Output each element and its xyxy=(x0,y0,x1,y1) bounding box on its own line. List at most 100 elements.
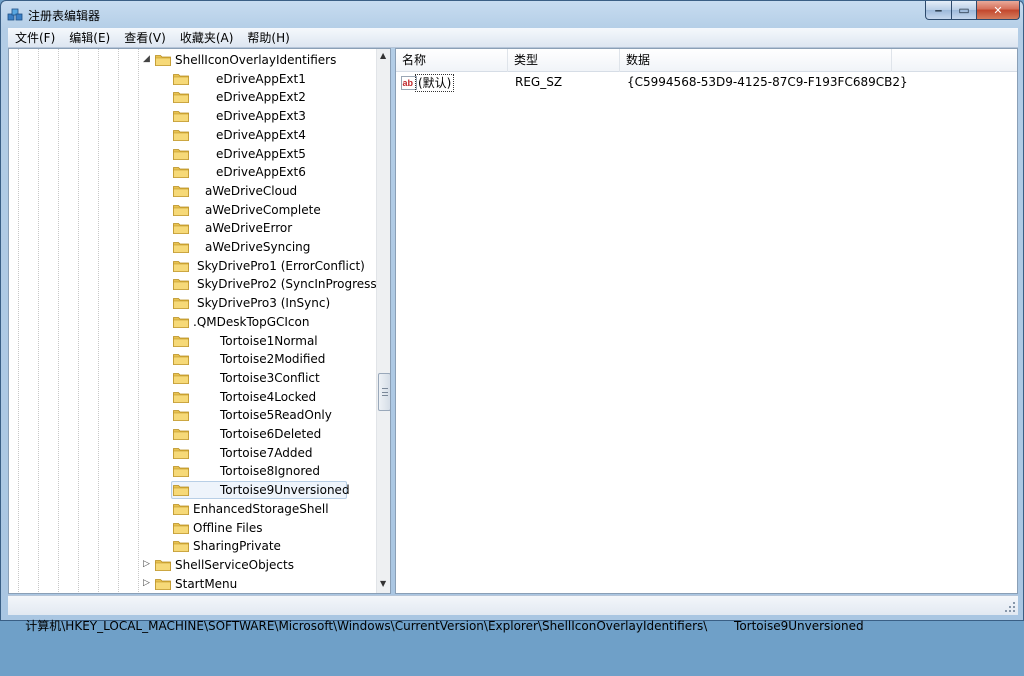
folder-icon xyxy=(173,277,189,291)
folder-icon xyxy=(173,371,189,384)
tree-item[interactable]: ▷ ShellServiceObjects xyxy=(9,556,379,574)
tree-item[interactable]: eDriveAppExt3 xyxy=(9,107,379,125)
tree-item-label: Tortoise2Modified xyxy=(220,352,326,367)
scroll-down-arrow-icon[interactable]: ▼ xyxy=(380,579,386,588)
folder-icon xyxy=(173,408,189,422)
window-title: 注册表编辑器 xyxy=(28,9,101,23)
column-header-name[interactable]: 名称 xyxy=(396,49,508,72)
menu-help[interactable]: 帮助(H) xyxy=(240,28,296,48)
tree-item[interactable]: ◢ ShellIconOverlayIdentifiers xyxy=(9,51,379,69)
tree-item-label: ShellServiceObjects xyxy=(175,557,294,572)
maximize-button[interactable]: ▭ xyxy=(951,1,977,20)
expand-arrow-icon[interactable]: ▷ xyxy=(143,559,152,569)
tree-item[interactable]: SkyDrivePro2 (SyncInProgress) xyxy=(9,275,382,293)
expand-arrow-icon[interactable]: ▷ xyxy=(143,578,152,588)
column-header-type[interactable]: 类型 xyxy=(508,49,620,72)
tree-item[interactable]: Tortoise7Added xyxy=(9,444,379,462)
tree-item[interactable]: eDriveAppExt6 xyxy=(9,163,379,181)
close-button[interactable]: ✕ xyxy=(976,1,1020,20)
collapse-arrow-icon[interactable]: ◢ xyxy=(143,55,152,64)
folder-icon xyxy=(173,334,189,347)
menu-bar: 文件(F) 编辑(E) 查看(V) 收藏夹(A) 帮助(H) xyxy=(8,28,1018,48)
folder-icon xyxy=(173,165,189,179)
folder-icon xyxy=(173,109,189,122)
minimize-button[interactable]: ‒ xyxy=(925,1,952,20)
registry-values-list[interactable]: 名称 类型 数据 ab (默认) REG_SZ {C5994568-53D9-4… xyxy=(395,48,1018,594)
value-row[interactable]: ab (默认) REG_SZ {C5994568-53D9-4125-87C9-… xyxy=(396,73,1017,93)
tree-item[interactable]: Tortoise8Ignored xyxy=(9,462,379,480)
tree-item[interactable]: ▷ StartMenu xyxy=(9,575,379,593)
folder-icon xyxy=(155,558,171,571)
tree-item[interactable]: eDriveAppExt4 xyxy=(9,126,379,144)
folder-icon xyxy=(173,390,189,403)
tree-item[interactable]: SharingPrivate xyxy=(9,537,379,555)
tree-item[interactable]: eDriveAppExt2 xyxy=(9,88,379,106)
title-bar[interactable]: 注册表编辑器 ‒ ▭ ✕ xyxy=(1,1,1023,28)
string-value-icon-text: ab xyxy=(403,78,414,88)
tree-item[interactable]: Tortoise6Deleted xyxy=(9,425,379,443)
tree-item[interactable]: aWeDriveCloud xyxy=(9,182,379,200)
tree-item-label: SkyDrivePro3 (InSync) xyxy=(197,296,331,311)
tree-item-label: EnhancedStorageShell xyxy=(193,501,329,516)
tree-item[interactable]: SkyDrivePro1 (ErrorConflict) xyxy=(9,257,379,275)
tree-item[interactable]: SkyDrivePro3 (InSync) xyxy=(9,294,379,312)
folder-icon xyxy=(173,446,189,459)
tree-item[interactable]: Tortoise4Locked xyxy=(9,388,379,406)
folder-icon xyxy=(173,539,189,553)
resize-grip-icon[interactable] xyxy=(1004,601,1016,613)
tree-item[interactable]: Tortoise9Unversioned xyxy=(9,481,379,500)
folder-icon xyxy=(173,259,189,272)
menu-favorites[interactable]: 收藏夹(A) xyxy=(173,28,241,48)
tree-item-label: Tortoise5ReadOnly xyxy=(220,408,332,423)
tree-item-label: aWeDriveCloud xyxy=(205,183,298,198)
folder-icon xyxy=(173,128,189,141)
tree-item[interactable]: Tortoise3Conflict xyxy=(9,369,379,387)
tree-item[interactable]: Tortoise1Normal xyxy=(9,332,379,350)
folder-icon xyxy=(155,577,171,590)
tree-item[interactable]: Offline Files xyxy=(9,519,379,537)
folder-icon xyxy=(173,147,189,160)
tree-vertical-scrollbar[interactable]: ▲ ▼ xyxy=(376,49,390,593)
column-headers: 名称 类型 数据 xyxy=(396,49,1017,72)
tree-item-label: Tortoise1Normal xyxy=(220,333,318,348)
menu-view[interactable]: 查看(V) xyxy=(117,28,173,48)
folder-icon xyxy=(173,483,189,496)
folder-icon xyxy=(173,464,189,478)
tree-item[interactable]: aWeDriveError xyxy=(9,219,379,237)
folder-icon xyxy=(173,184,189,197)
menu-file[interactable]: 文件(F) xyxy=(8,28,62,48)
tree-item-label: .QMDeskTopGCIcon xyxy=(193,314,310,329)
tree-item-label: eDriveAppExt3 xyxy=(216,109,306,124)
scroll-up-arrow-icon[interactable]: ▲ xyxy=(380,51,386,60)
tree-item-label: aWeDriveComplete xyxy=(205,202,321,217)
status-path: 计算机\HKEY_LOCAL_MACHINE\SOFTWARE\Microsof… xyxy=(25,619,864,633)
tree-item-label: eDriveAppExt5 xyxy=(216,146,306,161)
tree-item[interactable]: .QMDeskTopGCIcon xyxy=(9,313,379,331)
tree-item[interactable]: eDriveAppExt1 xyxy=(9,70,379,88)
tree-item[interactable]: Tortoise5ReadOnly xyxy=(9,406,379,424)
tree-item-label: eDriveAppExt1 xyxy=(216,71,306,86)
registry-key-tree[interactable]: ◢ ShellIconOverlayIdentifiers eDriveAppExt… xyxy=(8,48,391,594)
tree-item[interactable]: EnhancedStorageShell xyxy=(9,500,379,518)
folder-icon xyxy=(173,315,189,328)
tree-item[interactable]: eDriveAppExt5 xyxy=(9,145,379,163)
tree-item-label: SkyDrivePro1 (ErrorConflict) xyxy=(197,258,365,273)
tree-item[interactable]: aWeDriveComplete xyxy=(9,201,379,219)
tree-item-label: aWeDriveSyncing xyxy=(205,240,311,254)
tree-item-label: Tortoise7Added xyxy=(220,445,313,460)
regedit-app-icon xyxy=(7,8,23,21)
tree-item-label: Tortoise3Conflict xyxy=(220,370,320,385)
registry-editor-window: 注册表编辑器 ‒ ▭ ✕ 文件(F) 编辑(E) 查看(V) 收藏夹(A) 帮助… xyxy=(0,0,1024,633)
tree-item-label: SkyDrivePro2 (SyncInProgress) xyxy=(197,277,382,292)
tree-item[interactable]: Tortoise2Modified xyxy=(9,350,379,368)
grip-icon xyxy=(382,388,388,396)
close-icon: ✕ xyxy=(993,3,1003,17)
value-name: (默认) xyxy=(415,74,455,92)
tree-item[interactable]: aWeDriveSyncing xyxy=(9,238,379,256)
folder-icon xyxy=(173,203,189,216)
menu-edit[interactable]: 编辑(E) xyxy=(62,28,117,48)
scrollbar-thumb[interactable] xyxy=(378,373,390,411)
column-header-data[interactable]: 数据 xyxy=(620,49,892,72)
folder-icon xyxy=(173,90,189,104)
folder-icon xyxy=(173,352,189,366)
